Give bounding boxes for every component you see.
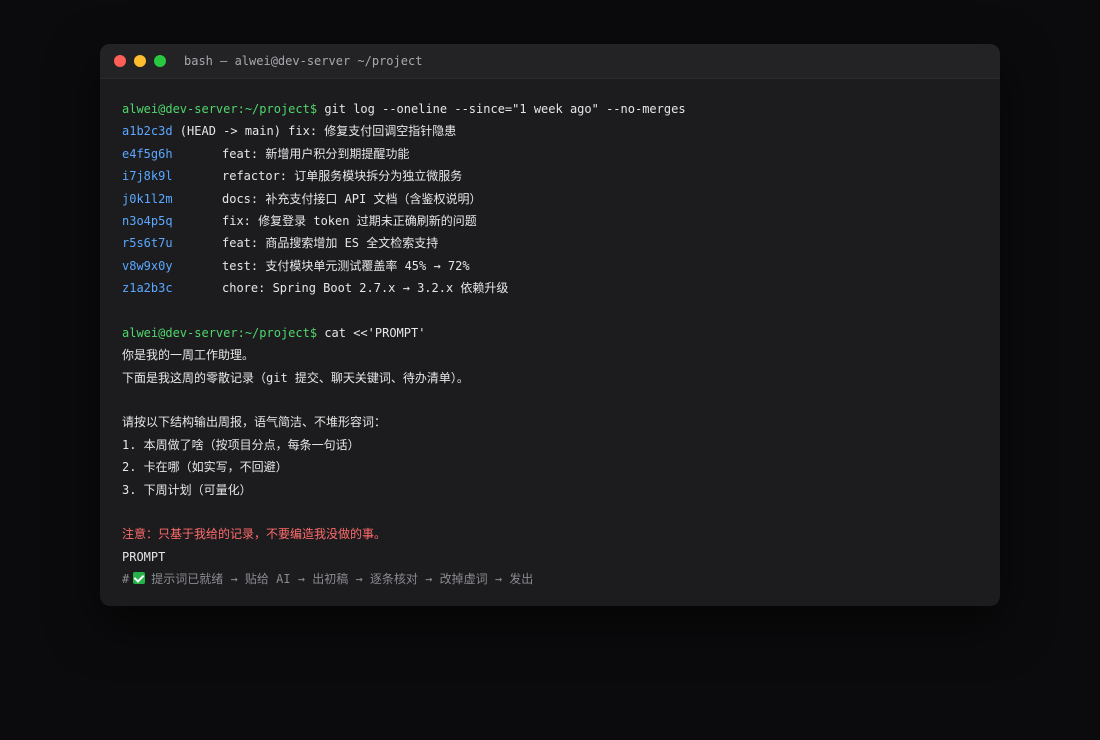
commit-message: feat: 新增用户积分到期提醒功能 (222, 146, 410, 161)
commit-line: z1a2b3c chore: Spring Boot 2.7.x → 3.2.x … (122, 277, 978, 299)
commit-hash: i7j8k9l (122, 169, 173, 184)
zoom-button[interactable] (154, 55, 166, 67)
comment-line: # 提示词已就绪 → 贴给 AI → 出初稿 → 逐条核对 → 改掉虚词 → 发出 (122, 568, 978, 590)
commit-hash: r5s6t7u (122, 236, 173, 251)
heredoc-line: 请按以下结构输出周报，语气简洁、不堆形容词： (122, 415, 387, 430)
window-title: bash — alwei@dev-server ~/project (184, 54, 423, 68)
commit-hash: j0k1l2m (122, 191, 173, 206)
commit-message: fix: 修复支付回调空指针隐患 (288, 124, 457, 139)
command-text: git log --oneline --since="1 week ago" -… (324, 102, 686, 116)
heredoc-line: 你是我的一周工作助理。 (122, 348, 255, 363)
heredoc-line: 下面是我这周的零散记录（git 提交、聊天关键词、待办清单）。 (122, 370, 469, 385)
command-text: cat <<'PROMPT' (324, 325, 426, 340)
warning-line: 注意：只基于我给的记录，不要编造我没做的事。 (122, 527, 387, 542)
commit-hash: a1b2c3d (122, 124, 173, 139)
heredoc-end-marker: PROMPT (122, 549, 166, 564)
commit-line: v8w9x0y test: 支付模块单元测试覆盖率 45% → 72% (122, 255, 978, 277)
terminal-window: bash — alwei@dev-server ~/project alwei@… (100, 44, 1000, 606)
commit-hash: e4f5g6h (122, 146, 173, 161)
commit-line: r5s6t7u feat: 商品搜索增加 ES 全文检索支持 (122, 232, 978, 254)
commit-line-head: a1b2c3d (HEAD -> main) fix: 修复支付回调空指针隐患 (122, 120, 978, 142)
commit-line: j0k1l2m docs: 补充支付接口 API 文档（含鉴权说明） (122, 188, 978, 210)
commit-message: feat: 商品搜索增加 ES 全文检索支持 (222, 236, 439, 251)
minimize-button[interactable] (134, 55, 146, 67)
commit-hash: n3o4p5q (122, 213, 173, 228)
commit-message: fix: 修复登录 token 过期未正确刷新的问题 (222, 213, 477, 228)
commit-hash: v8w9x0y (122, 258, 173, 273)
close-button[interactable] (114, 55, 126, 67)
command-line: alwei@dev-server:~/project$ git log --on… (122, 98, 978, 120)
command-line: alwei@dev-server:~/project$ cat <<'PROMP… (122, 322, 978, 344)
heredoc-line: 1. 本周做了啥（按项目分点，每条一句话） (122, 437, 360, 452)
check-icon (133, 572, 146, 585)
terminal-output[interactable]: alwei@dev-server:~/project$ git log --on… (100, 79, 1000, 591)
heredoc-line (122, 389, 978, 411)
comment-text: 提示词已就绪 → 贴给 AI → 出初稿 → 逐条核对 → 改掉虚词 → 发出 (151, 572, 534, 587)
commit-ref: (HEAD -> main) (172, 124, 289, 139)
title-bar: bash — alwei@dev-server ~/project (100, 44, 1000, 79)
heredoc-line: 2. 卡在哪（如实写，不回避） (122, 460, 288, 475)
commit-message: refactor: 订单服务模块拆分为独立微服务 (222, 169, 463, 184)
heredoc-line: 3. 下周计划（可量化） (122, 482, 252, 497)
shell-prompt: alwei@dev-server:~/project$ (122, 325, 318, 340)
commit-hash: z1a2b3c (122, 281, 173, 296)
comment-prefix: # (122, 572, 130, 587)
commit-line: e4f5g6h feat: 新增用户积分到期提醒功能 (122, 143, 978, 165)
commit-line: n3o4p5q fix: 修复登录 token 过期未正确刷新的问题 (122, 210, 978, 232)
commit-message: docs: 补充支付接口 API 文档（含鉴权说明） (222, 191, 482, 206)
commit-line: i7j8k9l refactor: 订单服务模块拆分为独立微服务 (122, 165, 978, 187)
commit-message: test: 支付模块单元测试覆盖率 45% → 72% (222, 258, 470, 273)
commit-message: chore: Spring Boot 2.7.x → 3.2.x 依赖升级 (222, 281, 509, 296)
shell-prompt: alwei@dev-server:~/project$ (122, 102, 318, 116)
